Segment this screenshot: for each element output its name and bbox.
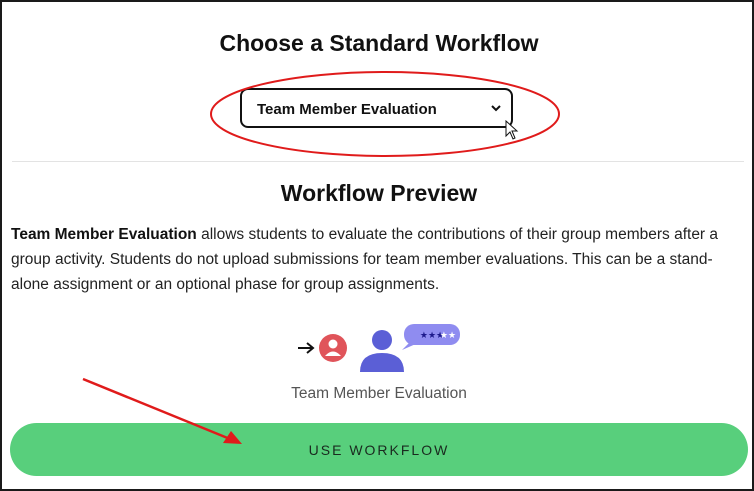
section-divider (12, 161, 744, 162)
person-icon (360, 330, 404, 372)
annotation-arrow (82, 377, 242, 444)
workflow-chooser-panel: Choose a Standard Workflow Team Member E… (0, 0, 754, 491)
mouse-cursor-icon (505, 120, 519, 140)
user-circle-icon (319, 334, 347, 362)
annotation-ellipse (210, 71, 560, 157)
svg-text:★★: ★★ (440, 331, 456, 341)
rating-bubble-icon: ★★★ ★★ (402, 324, 460, 350)
preview-title: Workflow Preview (280, 180, 478, 206)
page-title: Choose a Standard Workflow (219, 30, 539, 56)
team-evaluation-illustration: ★★★ ★★ (298, 324, 460, 372)
arrow-right-icon (298, 342, 315, 354)
description-workflow-name: Team Member Evaluation (11, 226, 197, 243)
workflow-description: Team Member Evaluation allows students t… (11, 222, 746, 297)
